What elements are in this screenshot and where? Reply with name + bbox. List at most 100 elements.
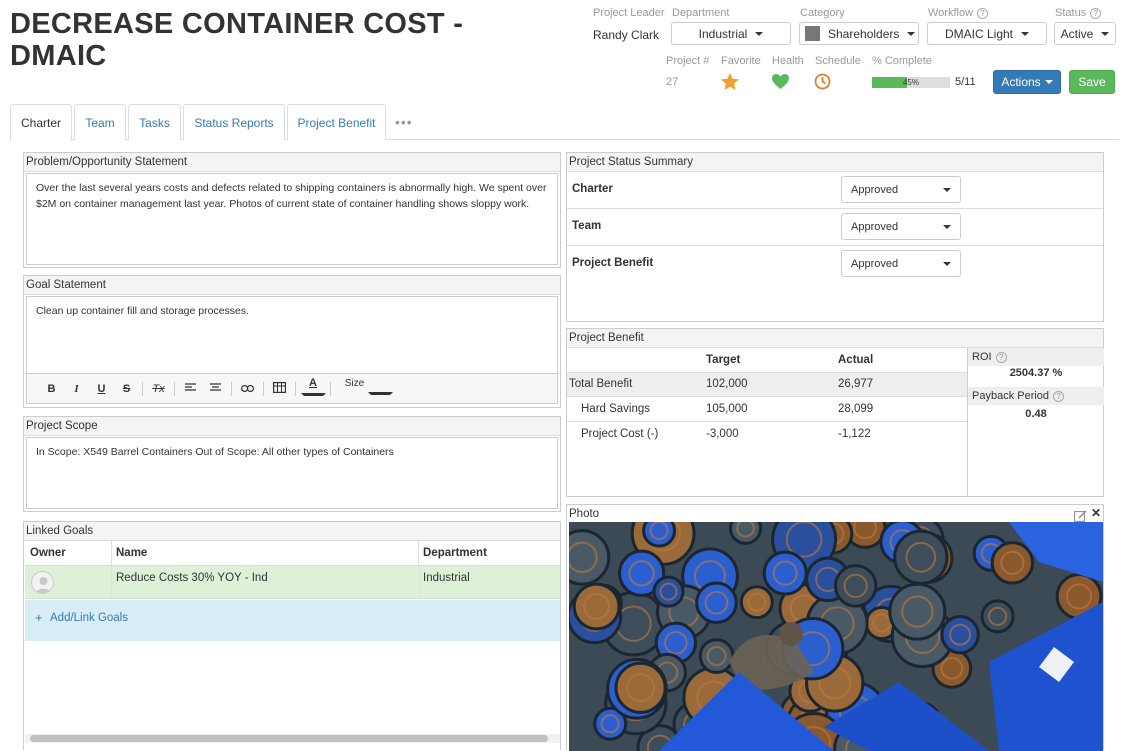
project-leader-value: Randy Clark	[593, 28, 660, 42]
horizontal-scrollbar[interactable]	[25, 734, 560, 743]
tab-team[interactable]: Team	[74, 104, 126, 140]
chevron-down-icon	[907, 31, 916, 36]
chevron-down-icon	[1101, 31, 1110, 36]
benefit-actual: 28,099	[838, 403, 874, 415]
container-photo	[569, 522, 1103, 751]
benefit-panel: Project Benefit Target Actual Total Bene…	[566, 328, 1104, 497]
owner-cell	[25, 566, 112, 599]
status-select[interactable]: Active	[1054, 22, 1116, 45]
strikethrough-button[interactable]: S	[114, 383, 139, 395]
benefit-row-label: Total Benefit	[569, 378, 633, 390]
add-link-goals-row[interactable]: + Add/Link Goals	[25, 600, 560, 641]
charter-status-select[interactable]: Approved	[841, 176, 961, 203]
roi-value: 2504.37 %	[1009, 367, 1063, 379]
workflow-select[interactable]: DMAIC Light	[927, 22, 1047, 45]
benefit-target: 102,000	[706, 378, 748, 390]
status-summary-title: Project Status Summary	[567, 153, 1103, 172]
status-label: Status?	[1055, 7, 1102, 19]
column-header-owner: Owner	[25, 541, 112, 566]
underline-button[interactable]: U	[89, 383, 114, 395]
help-icon[interactable]: ?	[977, 7, 989, 19]
chevron-down-icon	[1044, 80, 1053, 84]
clear-format-button[interactable]: Tx	[146, 383, 171, 395]
percent-complete-label: % Complete	[872, 55, 932, 67]
help-icon[interactable]: ?	[1053, 390, 1065, 402]
chevron-down-icon	[943, 261, 951, 266]
dept-divider	[419, 566, 420, 599]
chevron-down-icon	[755, 31, 764, 36]
toolbar-divider	[295, 381, 296, 396]
goal-name[interactable]: Reduce Costs 30% YOY - Ind	[116, 572, 268, 584]
column-header-target: Target	[706, 354, 741, 366]
column-header-name: Name	[111, 541, 419, 566]
photo-panel: Photo ✕	[566, 504, 1104, 751]
project-number-label: Project #	[666, 55, 710, 67]
bold-button[interactable]: B	[39, 383, 64, 395]
save-button[interactable]: Save	[1069, 70, 1115, 94]
title-line-1: DECREASE CONTAINER COST -	[10, 8, 464, 40]
heart-icon[interactable]	[771, 73, 790, 93]
more-tabs-icon[interactable]: •••	[395, 114, 413, 130]
status-row-label: Team	[572, 220, 602, 232]
rich-text-toolbar: B I U S Tx A Size	[26, 374, 558, 404]
status-row-team: Team Approved	[567, 209, 1103, 246]
team-status-select[interactable]: Approved	[841, 213, 961, 240]
link-icon[interactable]	[235, 383, 260, 395]
help-icon[interactable]: ?	[1090, 7, 1102, 19]
category-label: Category	[800, 7, 845, 19]
italic-button[interactable]: I	[64, 383, 89, 395]
favorite-label: Favorite	[721, 55, 761, 67]
tab-tasks[interactable]: Tasks	[128, 104, 181, 140]
tab-charter[interactable]: Charter	[10, 104, 72, 141]
clock-icon[interactable]	[814, 73, 831, 93]
payback-period-label: Payback Period?	[968, 387, 1104, 405]
help-icon[interactable]: ?	[995, 351, 1007, 363]
tab-project-benefit[interactable]: Project Benefit	[287, 104, 386, 140]
align-left-icon[interactable]	[178, 382, 203, 395]
workflow-label: Workflow?	[928, 7, 989, 19]
benefit-row-total: Total Benefit 102,000 26,977	[567, 372, 967, 397]
benefit-target: -3,000	[706, 428, 739, 440]
font-size-select[interactable]: Size	[334, 378, 404, 400]
benefit-status-select[interactable]: Approved	[841, 250, 961, 277]
scrollbar-thumb[interactable]	[30, 735, 548, 742]
page-title: DECREASE CONTAINER COST - DMAIC	[10, 8, 463, 72]
tab-bar: Charter Team Tasks Status Reports Projec…	[10, 104, 1119, 141]
linked-goals-panel: Linked Goals Owner Name Department Reduc…	[23, 521, 561, 750]
toolbar-divider	[263, 381, 264, 396]
scope-panel: Project Scope In Scope: X549 Barrel Cont…	[23, 416, 561, 512]
payback-period-value: 0.48	[1025, 408, 1047, 420]
font-color-button[interactable]: A	[299, 377, 327, 401]
tab-status-reports[interactable]: Status Reports	[183, 104, 285, 140]
task-count: 5/11	[955, 76, 976, 88]
health-label: Health	[772, 55, 804, 67]
table-icon[interactable]	[267, 381, 292, 396]
column-header-department: Department	[418, 541, 560, 566]
title-line-2: DMAIC	[10, 40, 107, 72]
department-select[interactable]: Industrial	[671, 22, 791, 45]
status-row-charter: Charter Approved	[567, 172, 1103, 209]
chevron-down-icon	[943, 224, 951, 229]
category-select[interactable]: Shareholders	[799, 22, 919, 45]
plus-icon: +	[35, 610, 43, 625]
benefit-metrics: ROI? 2504.37 % Payback Period? 0.48	[967, 348, 1104, 496]
close-icon[interactable]: ✕	[1091, 506, 1101, 520]
benefit-actual: -1,122	[838, 428, 871, 440]
problem-textarea[interactable]: Over the last several years costs and de…	[26, 173, 558, 265]
actions-button[interactable]: Actions	[993, 70, 1061, 94]
chevron-down-icon	[1021, 31, 1030, 36]
star-icon[interactable]	[720, 72, 740, 94]
avatar	[31, 571, 54, 594]
goal-textarea[interactable]: Clean up container fill and storage proc…	[26, 296, 558, 374]
roi-label: ROI?	[968, 348, 1104, 366]
project-leader-label: Project Leader	[593, 7, 665, 19]
add-link-goals-link[interactable]: Add/Link Goals	[50, 612, 128, 624]
table-row[interactable]: Reduce Costs 30% YOY - Ind Industrial	[25, 566, 560, 599]
toolbar-divider	[231, 381, 232, 396]
linked-goals-title: Linked Goals	[24, 522, 560, 541]
chevron-down-icon	[300, 393, 326, 397]
align-center-icon[interactable]	[203, 382, 228, 395]
status-row-project-benefit: Project Benefit Approved	[567, 246, 1103, 283]
scope-textarea[interactable]: In Scope: X549 Barrel Containers Out of …	[26, 437, 558, 509]
goal-department: Industrial	[423, 572, 470, 584]
